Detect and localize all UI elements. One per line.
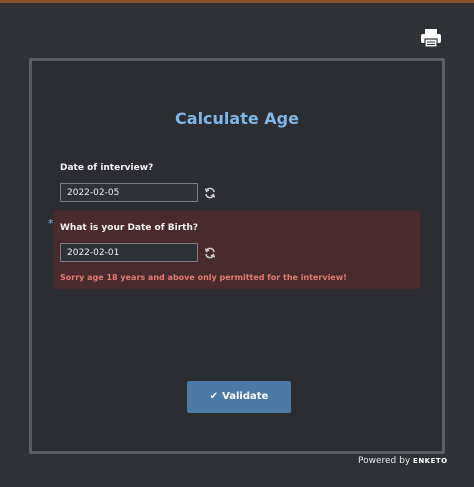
interview-date-label: Date of interview?	[60, 163, 154, 173]
top-accent-bar	[0, 0, 474, 3]
powered-by-footer: Powered by ENKETO	[358, 456, 448, 466]
printer-icon	[421, 29, 441, 48]
dob-label: What is your Date of Birth?	[60, 223, 199, 233]
interview-date-input[interactable]	[60, 183, 198, 202]
dob-input[interactable]	[60, 243, 198, 262]
enketo-logo[interactable]: ENKETO	[413, 457, 448, 465]
form-title: Calculate Age	[175, 109, 299, 128]
form-panel: Calculate Age Date of interview? * What …	[29, 58, 445, 454]
validate-label: Validate	[222, 391, 269, 402]
print-button[interactable]	[420, 28, 442, 48]
validate-button[interactable]: ✔ Validate	[187, 381, 291, 413]
error-message: Sorry age 18 years and above only permit…	[60, 273, 347, 282]
powered-by-text: Powered by	[358, 456, 411, 466]
required-marker: *	[48, 217, 54, 230]
refresh-icon[interactable]	[204, 187, 216, 199]
refresh-icon[interactable]	[204, 247, 216, 259]
check-icon: ✔	[209, 391, 219, 402]
